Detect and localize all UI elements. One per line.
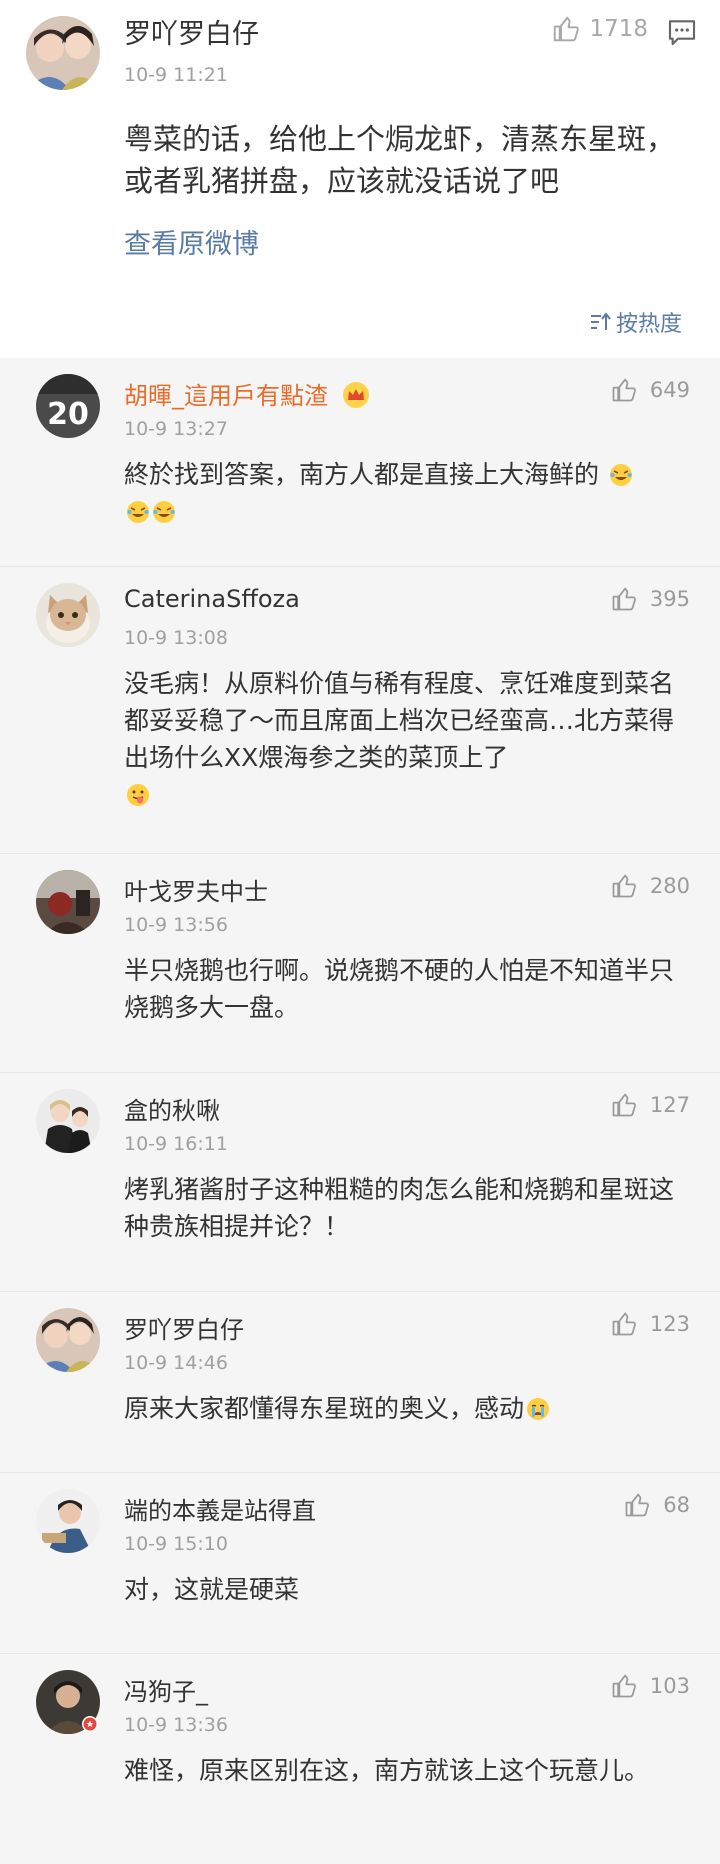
comment-author-name[interactable]: 端的本義是站得直 [124,1491,316,1526]
svg-text:20: 20 [47,397,89,432]
comment-timestamp: 10-9 13:27 [124,418,228,440]
comment-text-content: 没毛病！从原料价值与稀有程度、烹饪难度到菜名都妥妥稳了～而且席面上档次已经蛮高…… [124,669,675,772]
original-post: 罗吖罗白仔 10-9 11:21 1718 粤菜的话，给他上个焗龙虾，清蒸东星斑… [0,0,720,358]
comment-like-button[interactable]: 649 [610,376,690,404]
post-timestamp: 10-9 11:21 [124,64,228,86]
avatar[interactable] [36,1489,100,1553]
post-body-text: 粤菜的话，给他上个焗龙虾，清蒸东星斑，或者乳猪拼盘，应该就没话说了吧 [124,122,676,198]
comment-like-button[interactable]: 123 [610,1310,690,1338]
comment-like-button[interactable]: 68 [623,1491,690,1519]
thumbs-up-icon [612,1093,636,1117]
weibo-comments-page: 罗吖罗白仔 10-9 11:21 1718 粤菜的话，给他上个焗龙虾，清蒸东星斑… [0,0,720,1864]
comment-text: 原来大家都懂得东星斑的奥义，感动 [124,1390,694,1427]
comment-like-count: 127 [649,1093,690,1117]
comment-author-name[interactable]: 盒的秋啾 [124,1091,220,1126]
avatar[interactable] [36,870,100,934]
comment-timestamp: 10-9 13:36 [124,1714,228,1736]
post-like-count: 1718 [589,16,648,42]
comment-item: 叶戈罗夫中士 10-9 13:56 280 半只烧鹅也行啊。说烧鹅不硬的人怕是不… [0,854,720,1073]
laugh-cry-emoji [153,501,175,523]
comment-text-content: 終於找到答案，南方人都是直接上大海鲜的 [124,460,600,489]
comment-item: 盒的秋啾 10-9 16:11 127 烤乳猪酱肘子这种粗糙的肉怎么能和烧鹅和星… [0,1073,720,1292]
view-original-link[interactable]: 查看原微博 [124,222,259,261]
comment-item: 端的本義是站得直 10-9 15:10 68 对，这就是硬菜 [0,1473,720,1654]
avatar[interactable] [36,583,100,647]
avatar[interactable] [36,1670,100,1734]
comment-like-count: 280 [649,874,690,898]
comment-timestamp: 10-9 13:08 [124,627,228,649]
comment-author-name[interactable]: 叶戈罗夫中士 [124,872,268,907]
avatar[interactable] [26,16,100,90]
avatar[interactable]: 20 [36,374,100,438]
comments-list: 20 胡暉_這用戶有點渣 10-9 13:27 649 終於找到答案，南方人都是… [0,358,720,1864]
tongue-emoji [127,784,149,806]
comment-like-button[interactable]: 280 [610,872,690,900]
post-author-name[interactable]: 罗吖罗白仔 [124,12,259,51]
comment-timestamp: 10-9 16:11 [124,1133,228,1155]
avatar[interactable] [36,1089,100,1153]
thumbs-up-icon [612,378,636,402]
comment-like-button[interactable]: 395 [610,585,690,613]
comment-text: 对，这就是硬菜 [124,1575,300,1604]
comment-author-name[interactable]: 罗吖罗白仔 [124,1310,244,1345]
sort-by-hot-button[interactable]: 按热度 [590,306,682,338]
comment-item: 冯狗子_ 10-9 13:36 103 难怪，原来区别在这，南方就该上这个玩意儿… [0,1654,720,1864]
avatar[interactable] [36,1308,100,1372]
comment-icon[interactable] [666,16,698,48]
comment-timestamp: 10-9 13:56 [124,914,228,936]
comment-text: 没毛病！从原料价值与稀有程度、烹饪难度到菜名都妥妥稳了～而且席面上档次已经蛮高…… [124,665,694,813]
comment-text-content: 原来大家都懂得东星斑的奥义，感动 [124,1394,525,1423]
post-like-button[interactable]: 1718 [551,14,648,44]
comment-like-button[interactable]: 127 [610,1091,690,1119]
crown-icon [342,382,369,408]
comment-like-count: 649 [649,378,690,402]
comment-like-count: 103 [649,1674,690,1698]
sort-label: 按热度 [615,312,682,337]
comment-timestamp: 10-9 14:46 [124,1352,228,1374]
thumbs-up-icon [612,587,636,611]
comment-author-name[interactable]: CaterinaSffoza [124,585,300,613]
comment-item: 20 胡暉_這用戶有點渣 10-9 13:27 649 終於找到答案，南方人都是… [0,358,720,567]
comment-like-count: 123 [649,1312,690,1336]
comment-item: 罗吖罗白仔 10-9 14:46 123 原来大家都懂得东星斑的奥义，感动 [0,1292,720,1473]
comment-author-name[interactable]: 冯狗子_ [124,1672,208,1707]
comment-item: CaterinaSffoza 10-9 13:08 395 没毛病！从原料价值与… [0,567,720,854]
comment-text: 終於找到答案，南方人都是直接上大海鲜的 [124,456,694,530]
thumbs-up-icon [625,1493,650,1517]
comment-text: 烤乳猪酱肘子这种粗糙的肉怎么能和烧鹅和星斑这种贵族相提并论？！ [124,1175,675,1241]
thumbs-up-icon [612,874,636,898]
thumbs-up-icon [554,16,580,42]
sort-icon [590,312,611,330]
comment-author-label: 胡暉_這用戶有點渣 [124,382,328,410]
comment-like-count: 68 [663,1493,690,1517]
thumbs-up-icon [612,1312,636,1336]
cry-emoji [527,1398,550,1420]
comment-like-count: 395 [649,587,690,611]
comment-author-name[interactable]: 胡暉_這用戶有點渣 [124,376,370,411]
laugh-cry-emoji [127,501,149,523]
comment-like-button[interactable]: 103 [610,1672,690,1700]
comment-text: 难怪，原来区别在这，南方就该上这个玩意儿。 [124,1756,650,1785]
comment-timestamp: 10-9 15:10 [124,1533,228,1555]
thumbs-up-icon [612,1674,636,1698]
comment-text: 半只烧鹅也行啊。说烧鹅不硬的人怕是不知道半只烧鹅多大一盘。 [124,956,675,1022]
laugh-cry-emoji [609,464,632,486]
